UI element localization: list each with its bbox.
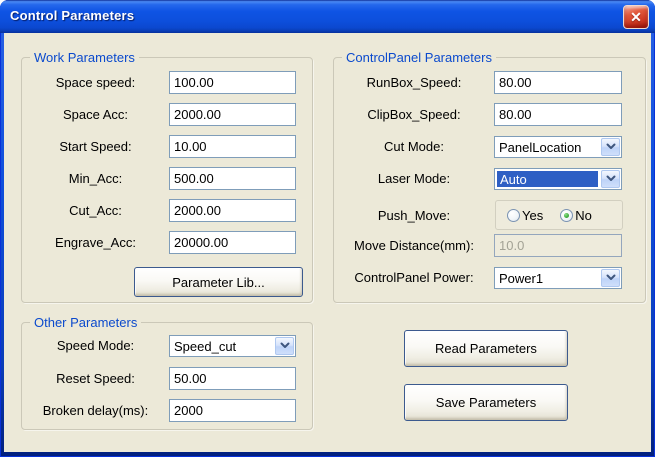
cut-acc-input[interactable] (169, 199, 296, 222)
min-acc-input[interactable] (169, 167, 296, 190)
start-speed-label: Start Speed: (22, 139, 169, 154)
row-start-speed: Start Speed: (22, 135, 296, 158)
min-acc-label: Min_Acc: (22, 171, 169, 186)
space-speed-label: Space speed: (22, 75, 169, 90)
space-speed-input[interactable] (169, 71, 296, 94)
cut-mode-label: Cut Mode: (334, 139, 494, 154)
radio-unselected-icon (507, 209, 520, 222)
reset-speed-label: Reset Speed: (22, 371, 169, 386)
row-runbox-speed: RunBox_Speed: (334, 71, 622, 94)
move-distance-label: Move Distance(mm): (334, 238, 494, 253)
push-move-yes-label: Yes (522, 208, 543, 223)
engrave-acc-label: Engrave_Acc: (22, 235, 169, 250)
row-laser-mode: Laser Mode: Auto (334, 167, 622, 190)
runbox-speed-input[interactable] (494, 71, 622, 94)
push-move-label: Push_Move: (334, 208, 494, 223)
row-cut-acc: Cut_Acc: (22, 199, 296, 222)
row-push-move: Push_Move: (334, 204, 494, 227)
laser-mode-value: Auto (497, 171, 598, 187)
start-speed-input[interactable] (169, 135, 296, 158)
cut-mode-combo[interactable]: PanelLocation (494, 136, 622, 158)
broken-delay-input[interactable] (169, 399, 296, 422)
row-min-acc: Min_Acc: (22, 167, 296, 190)
group-title-other: Other Parameters (30, 315, 141, 330)
save-parameters-button[interactable]: Save Parameters (404, 384, 568, 421)
group-controlpanel-parameters: ControlPanel Parameters RunBox_Speed: Cl… (333, 57, 646, 303)
push-move-radio-group: Yes No (495, 200, 623, 230)
push-move-no-label: No (575, 208, 592, 223)
reset-speed-input[interactable] (169, 367, 296, 390)
chevron-down-icon (601, 138, 620, 156)
row-controlpanel-power: ControlPanel Power: Power1 (334, 266, 622, 289)
laser-mode-label: Laser Mode: (334, 171, 494, 186)
chevron-down-icon (601, 269, 620, 287)
window-title: Control Parameters (10, 8, 134, 23)
close-button[interactable]: ✕ (623, 5, 649, 29)
controlpanel-power-combo[interactable]: Power1 (494, 267, 622, 289)
dialog-body: Work Parameters Space speed: Space Acc: … (4, 33, 651, 452)
radio-selected-icon (560, 209, 573, 222)
speed-mode-combo[interactable]: Speed_cut (169, 335, 296, 357)
row-clipbox-speed: ClipBox_Speed: (334, 103, 622, 126)
cut-acc-label: Cut_Acc: (22, 203, 169, 218)
chevron-down-icon (601, 170, 620, 188)
speed-mode-label: Speed Mode: (22, 338, 169, 353)
push-move-option-yes[interactable]: Yes (507, 208, 543, 223)
space-acc-label: Space Acc: (22, 107, 169, 122)
clipbox-speed-input[interactable] (494, 103, 622, 126)
read-parameters-button[interactable]: Read Parameters (404, 330, 568, 367)
push-move-option-no[interactable]: No (560, 208, 592, 223)
group-title-work: Work Parameters (30, 50, 139, 65)
speed-mode-value: Speed_cut (174, 339, 271, 354)
clipbox-speed-label: ClipBox_Speed: (334, 107, 494, 122)
group-work-parameters: Work Parameters Space speed: Space Acc: … (21, 57, 313, 303)
group-other-parameters: Other Parameters Speed Mode: Speed_cut R… (21, 322, 313, 430)
row-space-acc: Space Acc: (22, 103, 296, 126)
engrave-acc-input[interactable] (169, 231, 296, 254)
row-cut-mode: Cut Mode: PanelLocation (334, 135, 622, 158)
row-space-speed: Space speed: (22, 71, 296, 94)
titlebar: Control Parameters ✕ (0, 0, 655, 33)
group-title-controlpanel: ControlPanel Parameters (342, 50, 496, 65)
cut-mode-value: PanelLocation (499, 140, 597, 155)
controlpanel-power-label: ControlPanel Power: (334, 270, 494, 285)
runbox-speed-label: RunBox_Speed: (334, 75, 494, 90)
parameter-lib-button[interactable]: Parameter Lib... (134, 267, 303, 297)
move-distance-input (494, 234, 622, 257)
row-engrave-acc: Engrave_Acc: (22, 231, 296, 254)
row-speed-mode: Speed Mode: Speed_cut (22, 334, 296, 357)
row-reset-speed: Reset Speed: (22, 367, 296, 390)
broken-delay-label: Broken delay(ms): (22, 403, 169, 418)
laser-mode-combo[interactable]: Auto (494, 168, 622, 190)
space-acc-input[interactable] (169, 103, 296, 126)
control-parameters-dialog: Control Parameters ✕ Work Parameters Spa… (0, 0, 655, 457)
close-icon: ✕ (630, 9, 642, 26)
chevron-down-icon (275, 337, 294, 355)
row-broken-delay: Broken delay(ms): (22, 399, 296, 422)
controlpanel-power-value: Power1 (499, 271, 597, 286)
row-move-distance: Move Distance(mm): (334, 234, 622, 257)
